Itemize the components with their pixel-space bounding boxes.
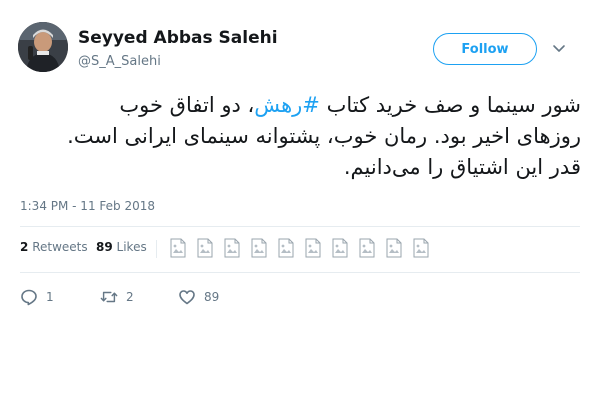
tweet-timestamp[interactable]: 1:34 PM - 11 Feb 2018: [20, 199, 155, 213]
retweets-stat-label: Retweets: [32, 240, 88, 254]
avatar[interactable]: [18, 22, 68, 72]
reply-button[interactable]: 1: [20, 286, 54, 308]
reply-icon: [21, 289, 37, 306]
divider-bottom: [20, 272, 580, 273]
liker-avatar-placeholder-icon[interactable]: [384, 238, 404, 258]
retweet-icon: [100, 291, 118, 303]
retweets-stat-count: 2: [20, 240, 29, 254]
like-count: 89: [204, 290, 220, 304]
tweet-line-1: شور سینما و صف خرید کتاب #رهش، دو اتفاق …: [20, 90, 581, 121]
tweet-text: شور سینما و صف خرید کتاب #رهش، دو اتفاق …: [20, 90, 581, 183]
liker-avatar-placeholder-icon[interactable]: [303, 238, 323, 258]
like-button[interactable]: 89: [178, 286, 219, 308]
likes-stat-count: 89: [96, 240, 113, 254]
retweet-button[interactable]: 2: [100, 286, 134, 308]
likes-stat-label: Likes: [116, 240, 147, 254]
liker-avatar-placeholder-icon[interactable]: [357, 238, 377, 258]
tweet-line-3: قدر این اشتیاق را می‌دانیم.: [343, 155, 581, 179]
divider-top: [20, 226, 580, 227]
likes-stat[interactable]: 89 Likes: [96, 240, 147, 254]
avatar-image: [18, 22, 68, 72]
stats-separator: [156, 240, 157, 258]
liker-avatar-placeholder-icon[interactable]: [411, 238, 431, 258]
liker-avatar-placeholder-icon[interactable]: [330, 238, 350, 258]
retweets-stat[interactable]: 2 Retweets: [20, 240, 88, 254]
tweet-line-2: روزهای اخیر بود. رمان خوب، پشتوانه سینما…: [67, 124, 581, 148]
tweet-actions: 1 2 89: [20, 286, 320, 310]
reply-count: 1: [46, 290, 54, 304]
liker-avatar-placeholder-icon[interactable]: [195, 238, 215, 258]
tweet-stats: 2 Retweets 89 Likes: [20, 238, 580, 262]
hashtag-link[interactable]: #رهش: [254, 93, 320, 117]
liker-avatar-placeholder-icon[interactable]: [249, 238, 269, 258]
author-name[interactable]: Seyyed Abbas Salehi: [78, 28, 278, 48]
tweet-header: Seyyed Abbas Salehi @S_A_Salehi Follow: [18, 22, 583, 82]
liker-avatar-placeholder-icon[interactable]: [168, 238, 188, 258]
chevron-down-icon[interactable]: [551, 40, 567, 56]
tweet-line-1-start: شور سینما و صف خرید کتاب: [319, 93, 581, 117]
heart-icon: [179, 290, 195, 305]
author-handle[interactable]: @S_A_Salehi: [78, 54, 161, 69]
liker-avatar-placeholder-icon[interactable]: [222, 238, 242, 258]
follow-button[interactable]: Follow: [433, 33, 537, 65]
tweet-line-1-end: ، دو اتفاق خوب: [119, 93, 255, 117]
liker-avatar-placeholder-icon[interactable]: [276, 238, 296, 258]
retweet-count: 2: [126, 290, 134, 304]
